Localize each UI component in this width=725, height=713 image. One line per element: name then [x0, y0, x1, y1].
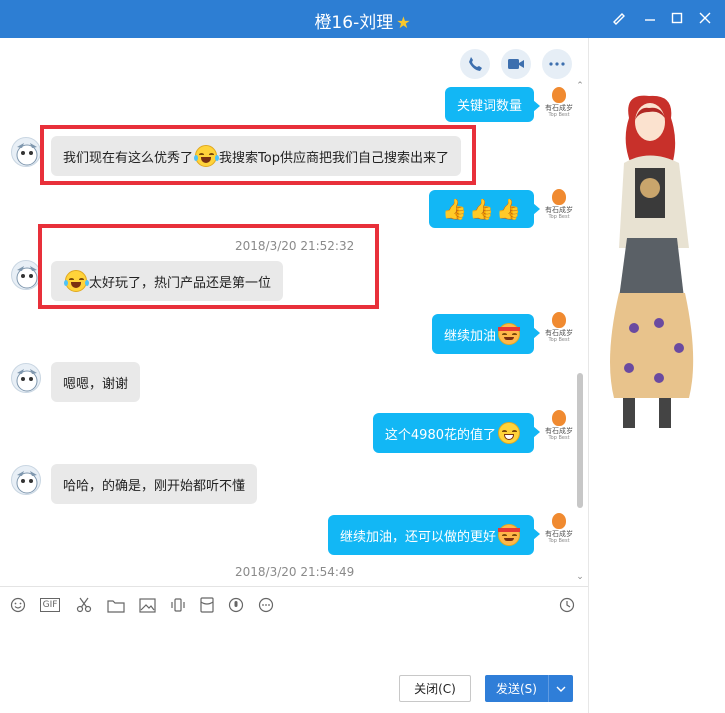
history-icon[interactable]: [557, 595, 577, 615]
avatar[interactable]: [11, 363, 41, 393]
show-panel: [588, 38, 725, 713]
scroll-up-icon[interactable]: ⌃: [575, 81, 585, 91]
company-logo[interactable]: 有石成岁 Top Best: [544, 409, 574, 443]
message-bubble-out[interactable]: 继续加油: [431, 314, 541, 354]
logo-name: 有石成岁: [545, 329, 573, 337]
company-logo[interactable]: 有石成岁 Top Best: [544, 311, 574, 345]
send-button[interactable]: 发送(S): [485, 675, 573, 702]
send-button-label: 发送(S): [496, 682, 537, 696]
message-text: 继续加油，还可以做的更好: [339, 529, 496, 545]
scroll-down-icon[interactable]: ⌄: [575, 572, 585, 582]
message-bubble-out[interactable]: 继续加油，还可以做的更好: [327, 515, 541, 555]
company-logo[interactable]: 有石成岁 Top Best: [544, 188, 574, 222]
chat-panel: 关键词数量 有石成岁 Top Best 我们现在有这么优秀了 我搜索Top供应商…: [0, 38, 588, 586]
avatar[interactable]: [11, 260, 41, 290]
chevron-down-icon[interactable]: [548, 675, 573, 702]
determined-emoji-icon: [498, 524, 520, 546]
avatar-show-figure: [610, 95, 694, 428]
thumbs-up-icon: 👍: [469, 197, 495, 221]
star-icon: ★: [396, 13, 411, 32]
logo-sub: Top Best: [548, 337, 570, 343]
folder-icon[interactable]: [106, 595, 126, 615]
maximize-button[interactable]: [666, 8, 688, 30]
close-button[interactable]: 关闭(C): [399, 675, 471, 702]
more-icon[interactable]: [256, 595, 276, 615]
gif-label: GIF: [39, 598, 61, 612]
highlight-box: [38, 224, 379, 309]
logo-sub: Top Best: [548, 538, 570, 544]
timestamp: 2018/3/20 21:54:49: [235, 565, 355, 579]
more-icon[interactable]: [542, 49, 572, 79]
company-logo[interactable]: 有石成岁 Top Best: [544, 512, 574, 546]
gif-icon[interactable]: GIF: [38, 595, 62, 615]
message-bubble-in[interactable]: 哈哈，的确是，刚开始都听不懂: [51, 464, 258, 504]
message-bubble-out[interactable]: 关键词数量: [444, 87, 541, 122]
thumbs-up-icon: 👍: [442, 197, 468, 221]
message-text: 继续加油: [443, 328, 496, 344]
message-bubble-in[interactable]: 嗯嗯，谢谢: [51, 362, 141, 402]
emoji-icon[interactable]: [8, 595, 28, 615]
message-text: 哈哈，的确是，刚开始都听不懂: [63, 478, 246, 494]
red-packet-icon[interactable]: [197, 595, 217, 615]
logo-name: 有石成岁: [545, 206, 573, 214]
avatar[interactable]: [11, 465, 41, 495]
scissors-icon[interactable]: [74, 595, 94, 615]
logo-sub: Top Best: [548, 214, 570, 220]
video-call-icon[interactable]: [501, 49, 531, 79]
thumbs-up-icon: 👍: [496, 197, 521, 221]
phone-icon[interactable]: [460, 49, 490, 79]
voice-icon[interactable]: [226, 595, 246, 615]
grin-emoji-icon: [498, 422, 520, 444]
message-text: 这个4980花的值了: [384, 427, 496, 443]
logo-sub: Top Best: [548, 435, 570, 441]
avatar[interactable]: [11, 137, 41, 167]
message-text: 关键词数量: [456, 99, 522, 114]
logo-name: 有石成岁: [545, 530, 573, 538]
logo-sub: Top Best: [548, 112, 570, 118]
logo-name: 有石成岁: [545, 104, 573, 112]
image-icon[interactable]: [137, 595, 157, 615]
skin-icon[interactable]: [608, 8, 630, 30]
scrollbar-thumb[interactable]: [577, 373, 583, 508]
message-bubble-out[interactable]: 这个4980花的值了: [372, 413, 541, 453]
highlight-box: [40, 125, 476, 185]
input-area[interactable]: GIF 关闭(C) 发送(S): [0, 586, 588, 713]
title-bar: 橙16-刘理 ★: [0, 0, 725, 38]
company-logo[interactable]: 有石成岁 Top Best: [544, 86, 574, 120]
shake-icon[interactable]: [168, 595, 188, 615]
window-title-text: 橙16-刘理: [314, 13, 394, 33]
close-icon[interactable]: [694, 8, 716, 30]
message-text: 嗯嗯，谢谢: [63, 376, 129, 392]
chat-scrollbar[interactable]: ⌃ ⌄: [575, 81, 585, 586]
determined-emoji-icon: [498, 323, 520, 345]
minimize-button[interactable]: [639, 8, 661, 30]
logo-name: 有石成岁: [545, 427, 573, 435]
message-bubble-out[interactable]: 👍 👍 👍: [429, 190, 540, 228]
close-button-label: 关闭(C): [414, 682, 456, 696]
